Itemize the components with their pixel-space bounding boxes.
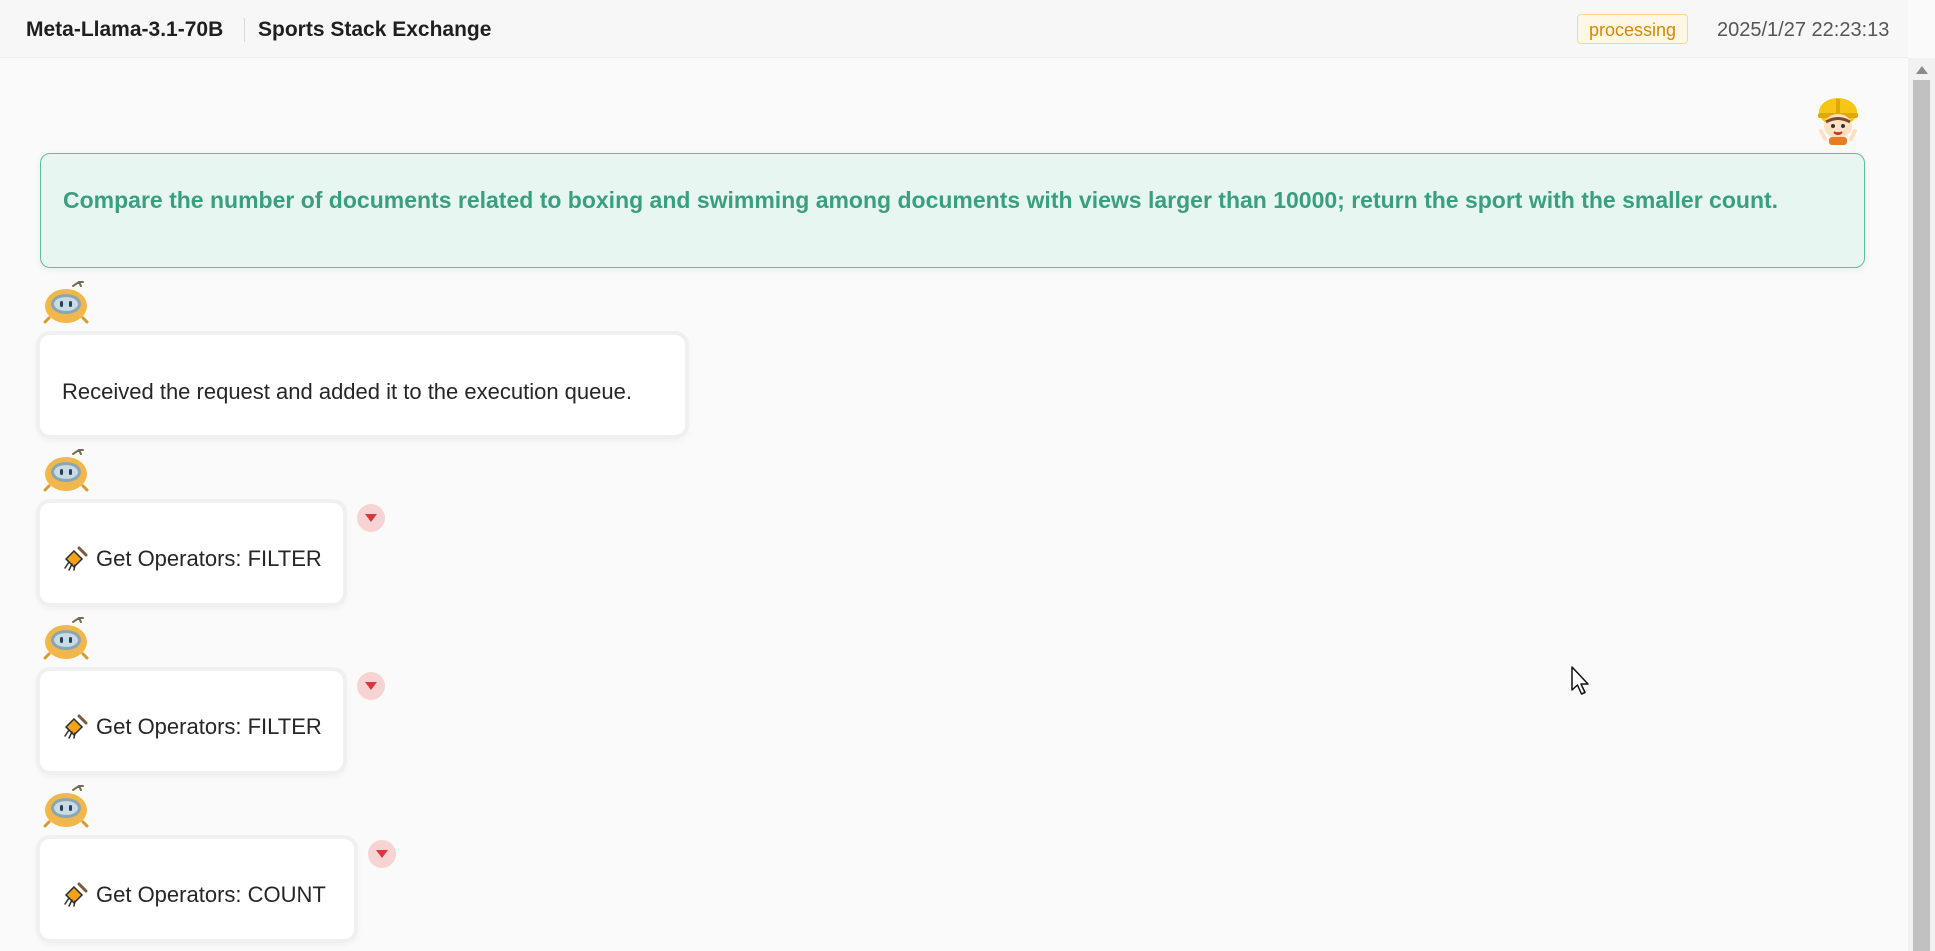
broom-icon	[64, 714, 88, 739]
scrollbar-thumb[interactable]	[1913, 80, 1930, 951]
bot-avatar-icon	[43, 617, 89, 660]
operator-label: Get Operators: FILTER	[96, 545, 322, 571]
user-query-text: Compare the number of documents related …	[63, 187, 1779, 213]
bot-avatar-icon	[43, 449, 89, 492]
top-bar: Meta-Llama-3.1-70B Sports Stack Exchange…	[0, 0, 1908, 58]
status-badge: processing	[1577, 14, 1689, 44]
operator-message-row: Get Operators: FILTER	[62, 714, 322, 741]
expand-toggle-button[interactable]	[368, 840, 396, 868]
timestamp: 2025/1/27 22:23:13	[1717, 19, 1890, 41]
vertical-scrollbar[interactable]	[1908, 58, 1935, 951]
operator-message-row: Get Operators: FILTER	[62, 546, 322, 573]
model-name: Meta-Llama-3.1-70B	[26, 18, 224, 41]
expand-toggle-button[interactable]	[357, 504, 385, 532]
header-divider	[244, 18, 245, 42]
expand-toggle-button[interactable]	[357, 672, 385, 700]
operator-label: Get Operators: COUNT	[96, 881, 326, 907]
mouse-cursor-icon	[1571, 666, 1589, 695]
bot-message-bubble: Received the request and added it to the…	[40, 335, 685, 435]
operator-message-row: Get Operators: COUNT	[62, 882, 326, 909]
user-query-bubble: Compare the number of documents related …	[40, 153, 1865, 268]
operator-message-bubble: Get Operators: FILTER	[40, 503, 343, 603]
app-window: Meta-Llama-3.1-70B Sports Stack Exchange…	[0, 0, 1935, 951]
operator-message-bubble: Get Operators: COUNT	[40, 839, 354, 939]
operator-label: Get Operators: FILTER	[96, 713, 322, 739]
operator-message-bubble: Get Operators: FILTER	[40, 671, 343, 771]
bot-message-text: Received the request and added it to the…	[62, 379, 632, 404]
dataset-name: Sports Stack Exchange	[258, 18, 492, 41]
bot-avatar-icon	[43, 785, 89, 828]
broom-icon	[64, 546, 88, 571]
broom-icon	[64, 882, 88, 907]
scroll-up-arrow-icon[interactable]	[1916, 66, 1928, 74]
user-avatar-icon	[1818, 98, 1858, 145]
bot-avatar-icon	[43, 281, 89, 324]
